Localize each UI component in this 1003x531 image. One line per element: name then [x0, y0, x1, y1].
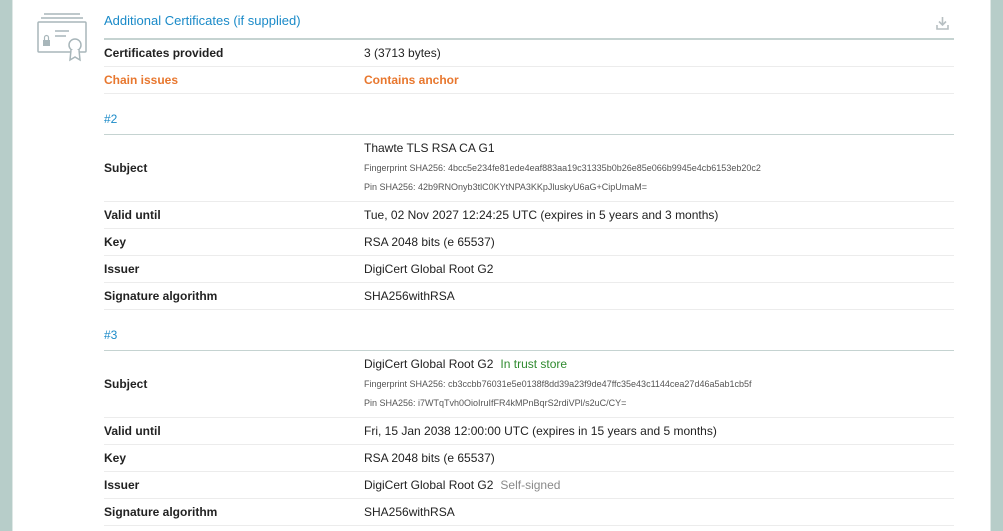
issuer-value: DigiCert Global Root G2 Self-signed [364, 478, 560, 492]
signature-algorithm-value: SHA256withRSA [364, 289, 455, 303]
trust-store-badge: In trust store [500, 357, 568, 371]
row-divider [104, 255, 954, 256]
key-label: Key [104, 235, 127, 249]
valid-until-value: Fri, 15 Jan 2038 12:00:00 UTC (expires i… [364, 424, 717, 438]
cert-heading: #2 [104, 112, 118, 126]
cert-heading-divider [104, 134, 954, 135]
self-signed-badge: Self-signed [500, 478, 561, 492]
row-divider [104, 309, 954, 310]
download-icon[interactable] [936, 16, 949, 30]
signature-algorithm-label: Signature algorithm [104, 289, 218, 303]
cert-heading: #3 [104, 328, 118, 342]
row-divider [104, 525, 954, 526]
valid-until-value: Tue, 02 Nov 2027 12:24:25 UTC (expires i… [364, 208, 719, 222]
subject-label: Subject [104, 377, 148, 391]
left-inner-border [12, 0, 13, 531]
row-divider [104, 201, 954, 202]
row-divider [104, 282, 954, 283]
signature-algorithm-value: SHA256withRSA [364, 505, 455, 519]
subject-name: Thawte TLS RSA CA G1 [364, 141, 495, 155]
subject-label: Subject [104, 161, 148, 175]
subject-name: DigiCert Global Root G2 In trust store [364, 357, 567, 371]
subject-name-text: DigiCert Global Root G2 [364, 357, 494, 371]
signature-algorithm-label: Signature algorithm [104, 505, 218, 519]
row-divider [104, 66, 954, 67]
cert-heading-divider [104, 350, 954, 351]
pin-sha256: Pin SHA256: i7WTqTvh0OioIruIfFR4kMPnBqrS… [364, 398, 627, 408]
row-divider [104, 417, 954, 418]
row-divider [104, 93, 954, 94]
left-border [0, 0, 12, 531]
report-panel: Additional Certificates (if supplied) Ce… [0, 0, 1003, 531]
chain-issues-value: Contains anchor [364, 73, 459, 87]
right-inner-border [990, 0, 991, 531]
pin-sha256: Pin SHA256: 42b9RNOnyb3tlC0KYtNPA3KKpJlu… [364, 182, 647, 192]
fingerprint-sha256: Fingerprint SHA256: 4bcc5e234fe81ede4eaf… [364, 163, 761, 173]
right-border [991, 0, 1003, 531]
subject-name-text: Thawte TLS RSA CA G1 [364, 141, 495, 155]
row-divider [104, 444, 954, 445]
issuer-label: Issuer [104, 478, 140, 492]
chain-issues-label: Chain issues [104, 73, 179, 87]
row-divider [104, 498, 954, 499]
valid-until-label: Valid until [104, 208, 161, 222]
certificate-icon [37, 13, 87, 62]
section-title: Additional Certificates (if supplied) [104, 13, 301, 28]
row-divider [104, 228, 954, 229]
key-value: RSA 2048 bits (e 65537) [364, 451, 495, 465]
issuer-label: Issuer [104, 262, 140, 276]
issuer-value: DigiCert Global Root G2 [364, 262, 494, 276]
certificates-provided-label: Certificates provided [104, 46, 224, 60]
title-divider [104, 38, 954, 40]
key-value: RSA 2048 bits (e 65537) [364, 235, 495, 249]
certificates-provided-value: 3 (3713 bytes) [364, 46, 441, 60]
row-divider [104, 471, 954, 472]
key-label: Key [104, 451, 127, 465]
fingerprint-sha256: Fingerprint SHA256: cb3ccbb76031e5e0138f… [364, 379, 752, 389]
valid-until-label: Valid until [104, 424, 161, 438]
issuer-value-text: DigiCert Global Root G2 [364, 478, 494, 492]
